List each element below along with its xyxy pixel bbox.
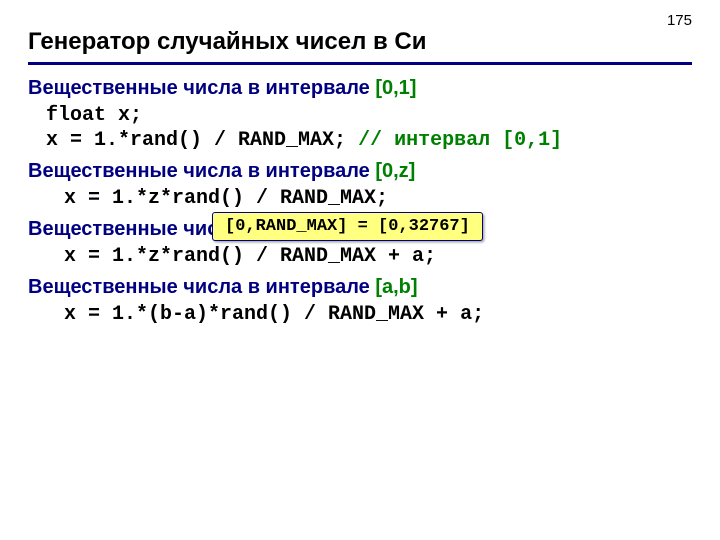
code-line-4: x = 1.*(b-a)*rand() / RAND_MAX + a; <box>64 303 692 326</box>
code-line-1a: float x; <box>46 104 692 127</box>
code-line-3: x = 1.*z*rand() / RAND_MAX + a; <box>64 245 692 268</box>
code-line-1b: x = 1.*rand() / RAND_MAX; // интервал [0… <box>46 129 692 152</box>
interval-literal: [0,1] <box>375 77 416 99</box>
code-line-2: x = 1.*z*rand() / RAND_MAX; <box>64 187 692 210</box>
section-text: Вещественные числа в интервале <box>28 276 375 298</box>
section-heading-4: Вещественные числа в интервале [a,b] <box>28 276 692 299</box>
code-comment: // интервал [0,1] <box>358 129 562 152</box>
section-text: Вещественные числа в интервале <box>28 160 375 182</box>
interval-literal: [a,b] <box>375 276 417 298</box>
slide-title: Генератор случайных чисел в Си <box>28 28 692 65</box>
page-number: 175 <box>667 12 692 29</box>
section-text: Вещественные числа в интервале <box>28 77 375 99</box>
callout-box: [0,RAND_MAX] = [0,32767] <box>212 212 483 241</box>
section-heading-2: Вещественные числа в интервале [0,z] <box>28 160 692 183</box>
section-heading-1: Вещественные числа в интервале [0,1] <box>28 77 692 100</box>
interval-literal: [0,z] <box>375 160 415 182</box>
code-stmt: x = 1.*rand() / RAND_MAX; <box>46 129 358 152</box>
